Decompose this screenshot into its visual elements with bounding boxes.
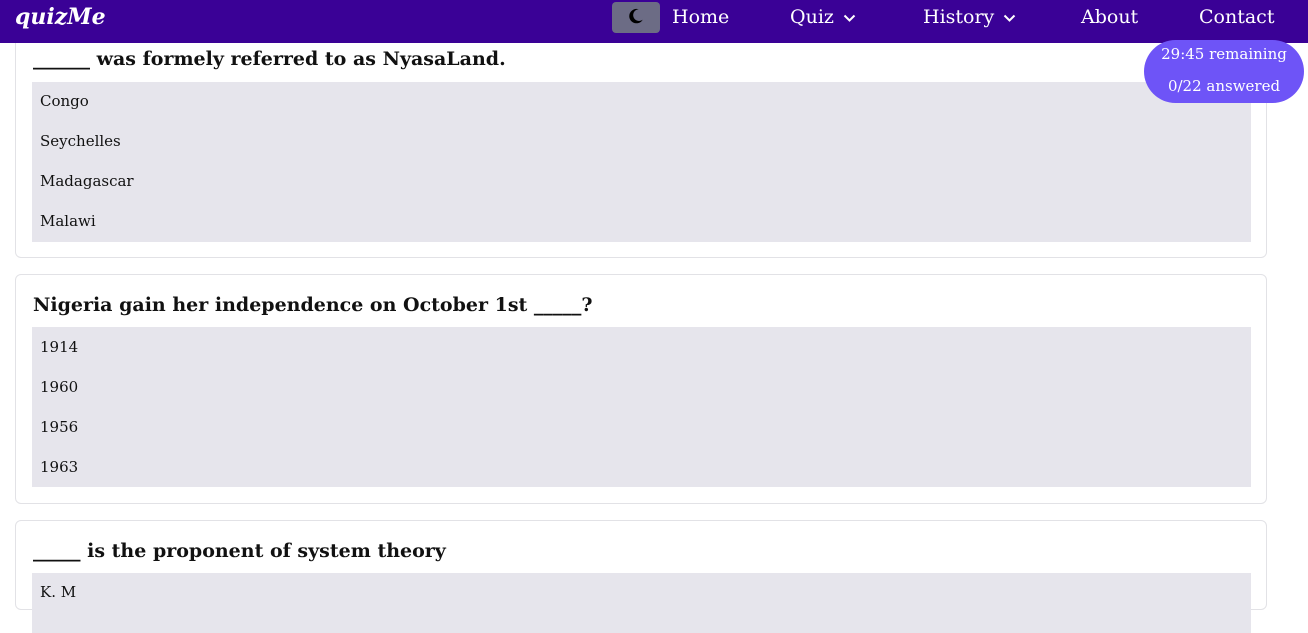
question-text: ______ was formely referred to as NyasaL… (33, 48, 506, 70)
option-item[interactable]: Madagascar (40, 172, 134, 190)
nav-history-dropdown[interactable]: History (923, 6, 1016, 28)
options-list: 1914 1960 1956 1963 (32, 327, 1251, 487)
option-item[interactable]: Seychelles (40, 132, 121, 150)
quiz-timer-badge: 29:45 remaining 0/22 answered (1144, 40, 1304, 103)
nav-history-label: History (923, 6, 995, 28)
option-item[interactable]: 1960 (40, 378, 78, 396)
nav-home-label: Home (672, 6, 730, 28)
option-item[interactable]: 1914 (40, 338, 78, 356)
option-item[interactable]: 1956 (40, 418, 78, 436)
question-card: ______ was formely referred to as NyasaL… (15, 16, 1267, 258)
time-remaining: 29:45 remaining (1161, 45, 1287, 63)
nav-contact-label: Contact (1199, 6, 1275, 28)
question-card: Nigeria gain her independence on October… (15, 274, 1267, 504)
brand-logo[interactable]: quizMe (15, 4, 106, 30)
question-text: Nigeria gain her independence on October… (33, 294, 593, 316)
nav-quiz-dropdown[interactable]: Quiz (790, 6, 856, 28)
moon-icon (627, 7, 645, 29)
nav-contact-link[interactable]: Contact (1199, 6, 1274, 28)
option-item[interactable]: Congo (40, 92, 89, 110)
question-text: _____ is the proponent of system theory (33, 540, 446, 562)
nav-about-link[interactable]: About (1081, 6, 1138, 28)
theme-toggle-button[interactable] (612, 2, 660, 33)
chevron-down-icon (1003, 6, 1016, 28)
options-list: K. M (32, 573, 1251, 633)
nav-home-link[interactable]: Home (672, 6, 729, 28)
question-card: _____ is the proponent of system theory … (15, 520, 1267, 633)
navbar: quizMe Home Quiz History About Contact (0, 0, 1308, 43)
option-item[interactable]: 1963 (40, 458, 78, 476)
nav-about-label: About (1081, 6, 1139, 28)
nav-quiz-label: Quiz (790, 6, 834, 28)
answered-count: 0/22 answered (1167, 77, 1281, 95)
option-item[interactable]: Malawi (40, 212, 96, 230)
option-item[interactable]: K. M (40, 583, 76, 601)
chevron-down-icon (843, 6, 856, 28)
options-list: Congo Seychelles Madagascar Malawi (32, 82, 1251, 242)
